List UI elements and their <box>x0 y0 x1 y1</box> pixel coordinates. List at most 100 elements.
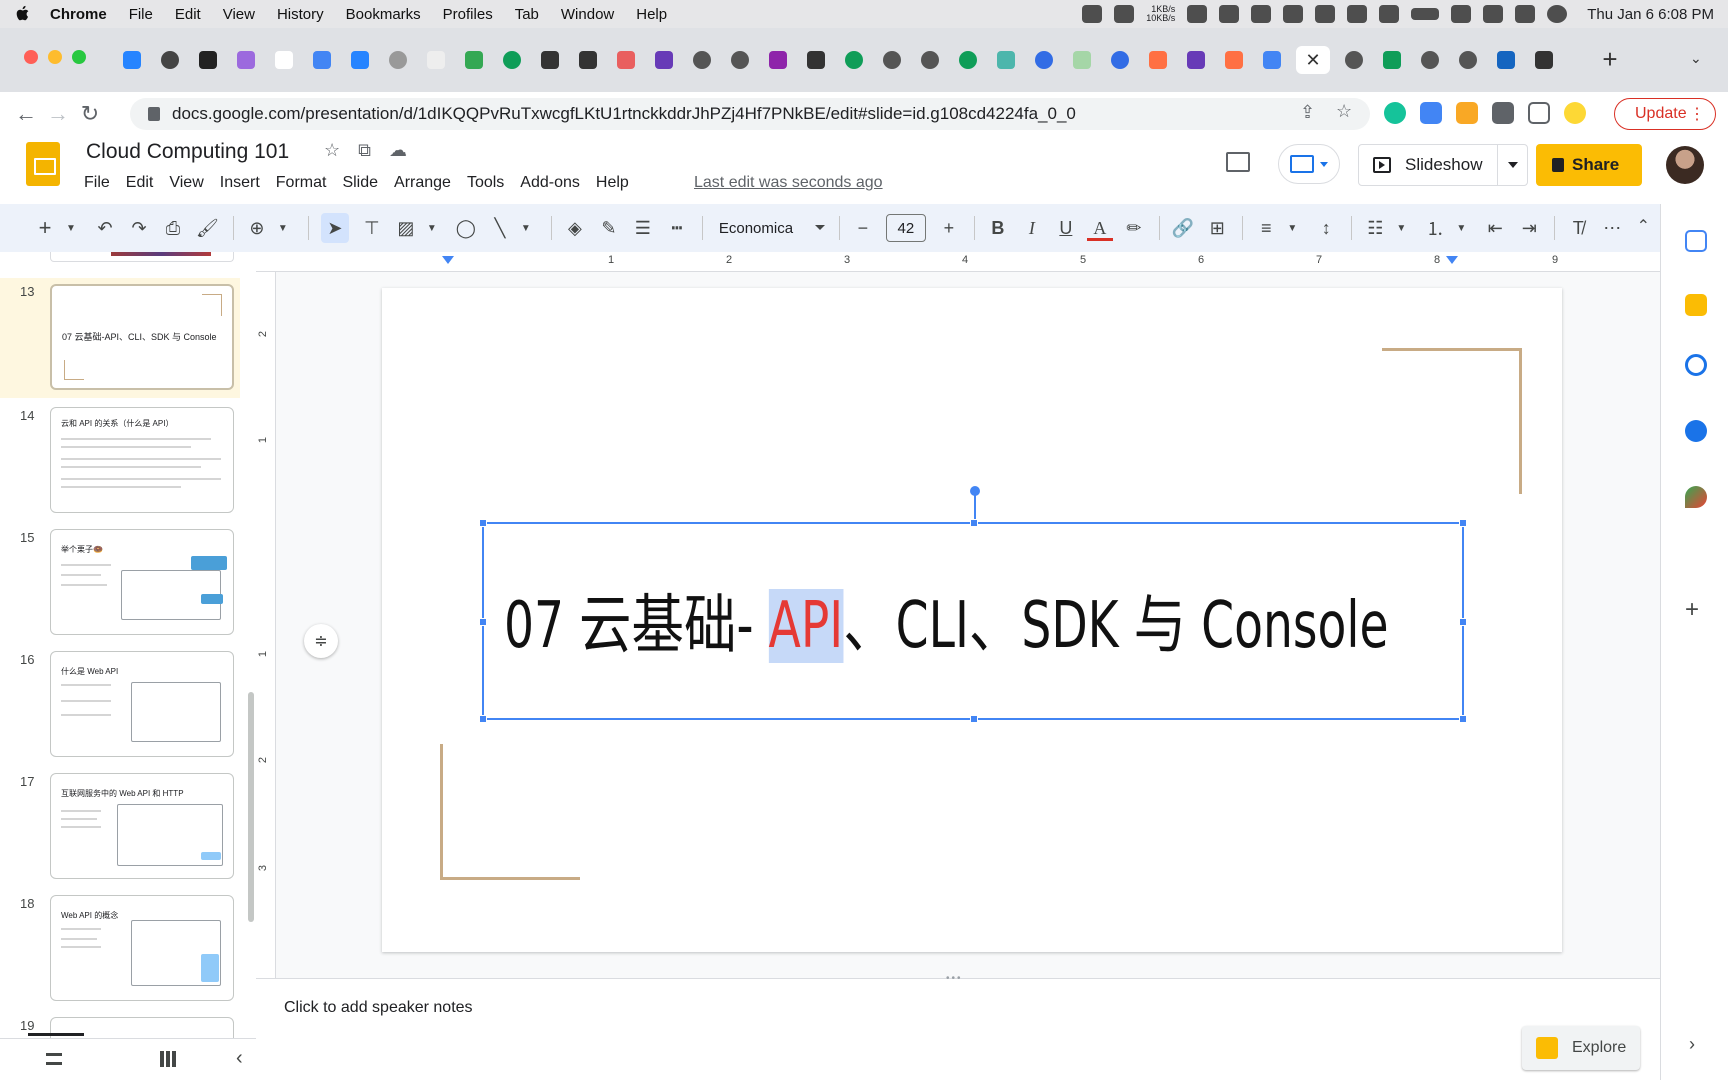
zoom-window-button[interactable] <box>72 50 86 64</box>
resize-handle-s[interactable] <box>970 715 978 723</box>
chrome-update-button[interactable]: Update ⋮ <box>1614 98 1716 130</box>
menu-bookmarks[interactable]: Bookmarks <box>346 6 421 23</box>
filmstrip-view-icon[interactable] <box>46 1053 62 1065</box>
paint-format-icon[interactable]: 🖌 <box>196 213 219 243</box>
browser-tab[interactable] <box>688 46 716 74</box>
browser-tab[interactable] <box>536 46 564 74</box>
undo-icon[interactable]: ↶ <box>94 213 116 243</box>
increase-indent-icon[interactable]: ⇥ <box>1518 213 1540 243</box>
url-text[interactable]: docs.google.com/presentation/d/1dIKQQPvR… <box>172 104 1076 124</box>
translate-icon[interactable] <box>1420 102 1442 124</box>
status-app-icon[interactable] <box>1114 5 1135 23</box>
new-tab-button[interactable]: + <box>1596 46 1624 74</box>
text-color-icon[interactable]: A <box>1086 213 1113 243</box>
selected-text-api[interactable]: API <box>768 589 844 663</box>
menu-chrome[interactable]: Chrome <box>50 6 107 23</box>
browser-tab[interactable] <box>1220 46 1248 74</box>
browser-tab[interactable] <box>1144 46 1172 74</box>
title-prefix[interactable]: 07 云基础- <box>504 589 769 663</box>
browser-tab[interactable] <box>1530 46 1558 74</box>
bulleted-list-dropdown[interactable]: ▼ <box>1390 213 1412 243</box>
tab-search-chevron-icon[interactable]: ⌄ <box>1690 50 1710 70</box>
calendar-icon[interactable] <box>1685 230 1707 252</box>
status-app-icon[interactable] <box>1219 5 1240 23</box>
browser-tab[interactable] <box>840 46 868 74</box>
numbered-list-icon[interactable]: ⒈ <box>1424 213 1446 243</box>
browser-tab[interactable] <box>954 46 982 74</box>
border-weight-icon[interactable]: ☰ <box>632 213 654 243</box>
menu-history[interactable]: History <box>277 6 324 23</box>
menubar-clock[interactable]: Thu Jan 6 6:08 PM <box>1587 6 1714 23</box>
forward-button[interactable]: → <box>42 98 74 130</box>
highlight-color-icon[interactable]: ✏ <box>1123 213 1145 243</box>
back-button[interactable]: ← <box>10 98 42 130</box>
line-icon[interactable]: ╲ <box>489 213 511 243</box>
browser-tab[interactable] <box>1182 46 1210 74</box>
browser-tab[interactable] <box>878 46 906 74</box>
menu-file[interactable]: File <box>129 6 153 23</box>
resize-handle-sw[interactable] <box>479 715 487 723</box>
last-edit-link[interactable]: Last edit was seconds ago <box>694 174 883 192</box>
menu-tab[interactable]: Tab <box>515 6 539 23</box>
browser-tab[interactable] <box>270 46 298 74</box>
speaker-notes-placeholder[interactable]: Click to add speaker notes <box>284 999 473 1017</box>
new-slide-icon[interactable]: + <box>34 213 56 243</box>
browser-tab[interactable] <box>764 46 792 74</box>
slide-thumbnail[interactable]: 什么是 Web API <box>50 651 234 757</box>
browser-tab[interactable] <box>612 46 640 74</box>
align-dropdown[interactable]: ▼ <box>1281 213 1303 243</box>
decrease-indent-icon[interactable]: ⇤ <box>1484 213 1506 243</box>
slide-thumbnail[interactable]: 07 云基础-API、CLI、SDK 与 Console <box>50 284 234 390</box>
document-title[interactable]: Cloud Computing 101 <box>86 140 289 164</box>
shape-icon[interactable]: ◯ <box>455 213 477 243</box>
docs-menu-tools[interactable]: Tools <box>467 174 504 192</box>
docs-menu-format[interactable]: Format <box>276 174 327 192</box>
autofit-options-icon[interactable]: ≑ <box>304 624 338 658</box>
browser-tab[interactable] <box>498 46 526 74</box>
puzzle-icon[interactable] <box>1492 102 1514 124</box>
browser-tab[interactable] <box>726 46 754 74</box>
share-page-icon[interactable]: ⇪ <box>1300 102 1315 123</box>
cloud-saved-icon[interactable]: ☁ <box>389 140 407 161</box>
bookmark-star-icon[interactable]: ☆ <box>1336 101 1352 122</box>
filmstrip-scrollbar[interactable] <box>248 692 254 922</box>
title-suffix[interactable]: 、CLI、SDK 与 Console <box>843 589 1388 663</box>
bold-icon[interactable]: B <box>987 213 1009 243</box>
border-color-icon[interactable]: ✎ <box>598 213 620 243</box>
menu-help[interactable]: Help <box>636 6 667 23</box>
side-panel-icon[interactable] <box>1528 102 1550 124</box>
resize-handle-nw[interactable] <box>479 519 487 527</box>
control-center-icon[interactable] <box>1515 5 1536 23</box>
menu-view[interactable]: View <box>223 6 255 23</box>
clear-formatting-icon[interactable]: T̸ <box>1567 213 1589 243</box>
slideshow-options-dropdown[interactable] <box>1497 145 1527 185</box>
profile-icon[interactable] <box>1564 102 1586 124</box>
decrease-font-size-icon[interactable]: − <box>852 213 874 243</box>
title-text-box[interactable]: 07 云基础- API、CLI、SDK 与 Console <box>479 486 1467 723</box>
menu-window[interactable]: Window <box>561 6 614 23</box>
explore-button[interactable]: Explore <box>1522 1026 1640 1070</box>
more-options-icon[interactable]: ⋯ <box>1601 213 1623 243</box>
browser-tab[interactable] <box>1416 46 1444 74</box>
slide-canvas[interactable]: 07 云基础- API、CLI、SDK 与 Console <box>382 288 1562 952</box>
print-icon[interactable]: ⎙ <box>162 213 184 243</box>
resize-handle-se[interactable] <box>1459 715 1467 723</box>
right-indent-marker[interactable] <box>1446 256 1458 264</box>
battery-icon[interactable] <box>1411 8 1440 20</box>
spotlight-icon[interactable] <box>1483 5 1504 23</box>
move-folder-icon[interactable]: ⧉ <box>358 140 371 161</box>
browser-tab[interactable] <box>650 46 678 74</box>
bulleted-list-icon[interactable]: ☷ <box>1364 213 1386 243</box>
browser-tab[interactable] <box>194 46 222 74</box>
slide-title-text[interactable]: 07 云基础- API、CLI、SDK 与 Console <box>504 574 1389 666</box>
font-size-input[interactable]: 42 <box>885 214 926 242</box>
increase-font-size-icon[interactable]: + <box>938 213 960 243</box>
hide-menus-chevron-icon[interactable]: ⌃ <box>1637 216 1650 236</box>
wechat-icon[interactable] <box>1187 5 1208 23</box>
resize-handle-ne[interactable] <box>1459 519 1467 527</box>
add-comment-icon[interactable]: ⊞ <box>1206 213 1228 243</box>
close-window-button[interactable] <box>24 50 38 64</box>
browser-tab[interactable] <box>1340 46 1368 74</box>
font-family-select[interactable]: Economica <box>715 213 825 243</box>
resize-handle-e[interactable] <box>1459 618 1467 626</box>
